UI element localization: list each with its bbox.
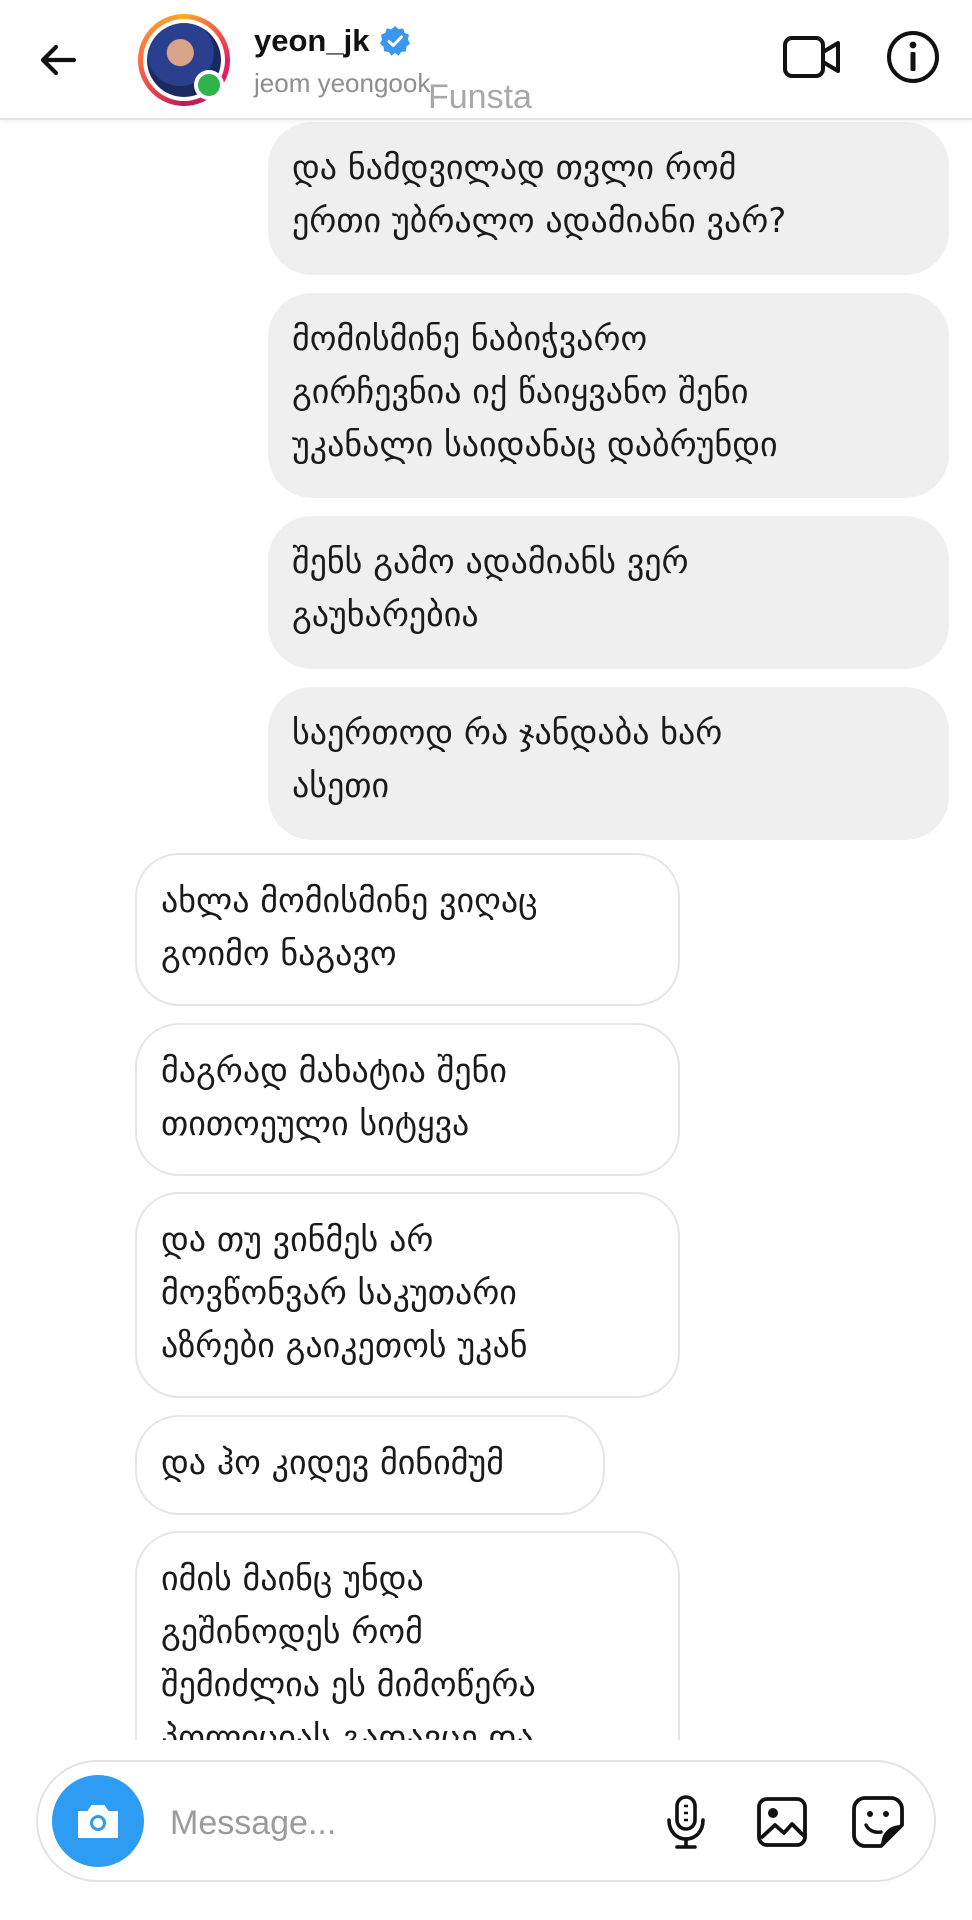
arrow-left-icon [40,44,77,76]
message-bubble-received[interactable]: და თუ ვინმეს არ მოვწონვარ საკუთარი აზრებ… [135,1192,680,1398]
online-status-dot [194,70,224,100]
avatar[interactable] [138,14,230,106]
message-bubble-sent[interactable]: მომისმინე ნაბიჭვარო გირჩევნია იქ წაიყვან… [268,293,949,498]
message-composer [36,1760,936,1882]
message-thread[interactable]: და ნამდვილად თვლი რომ ერთი უბრალო ადამია… [0,120,972,1740]
video-camera-icon [783,36,840,78]
gallery-button[interactable] [750,1790,814,1854]
message-bubble-received[interactable]: ახლა მომისმინე ვიღაც გოიმო ნაგავო [135,853,680,1006]
username: yeon_jk [254,23,370,58]
microphone-icon [667,1795,705,1849]
sticker-button[interactable] [846,1790,910,1854]
watermark: Funsta [428,78,532,116]
info-icon [887,31,939,83]
message-input[interactable] [168,1792,652,1854]
message-bubble-received[interactable]: მაგრად მახატია შენი თითოეული სიტყვა [135,1023,680,1176]
camera-icon [78,1805,118,1838]
message-bubble-sent[interactable]: საერთოდ რა ჯანდაბა ხარ ასეთი [268,687,949,840]
message-bubble-sent[interactable]: და ნამდვილად თვლი რომ ერთი უბრალო ადამია… [268,122,949,275]
chat-header: yeon_jk jeom yeongook Funsta [0,0,972,120]
username-row[interactable]: yeon_jk [254,20,411,62]
sticker-icon [852,1796,904,1848]
dm-screen: yeon_jk jeom yeongook Funsta და ნამდვილა… [0,0,972,1920]
message-bubble-sent[interactable]: შენს გამო ადამიანს ვერ გაუხარებია [268,516,949,669]
display-name: jeom yeongook [254,68,431,98]
message-bubble-received[interactable]: და ჰო კიდევ მინიმუმ [135,1415,605,1515]
verified-badge-icon [380,26,411,56]
message-bubble-received[interactable]: იმის მაინც უნდა გეშინოდეს რომ შემიძლია ე… [135,1531,680,1740]
voice-message-button[interactable] [654,1790,718,1854]
info-button[interactable] [880,24,946,90]
camera-button[interactable] [52,1775,144,1867]
video-call-button[interactable] [776,24,848,90]
back-button[interactable] [28,30,88,90]
image-icon [757,1797,807,1847]
